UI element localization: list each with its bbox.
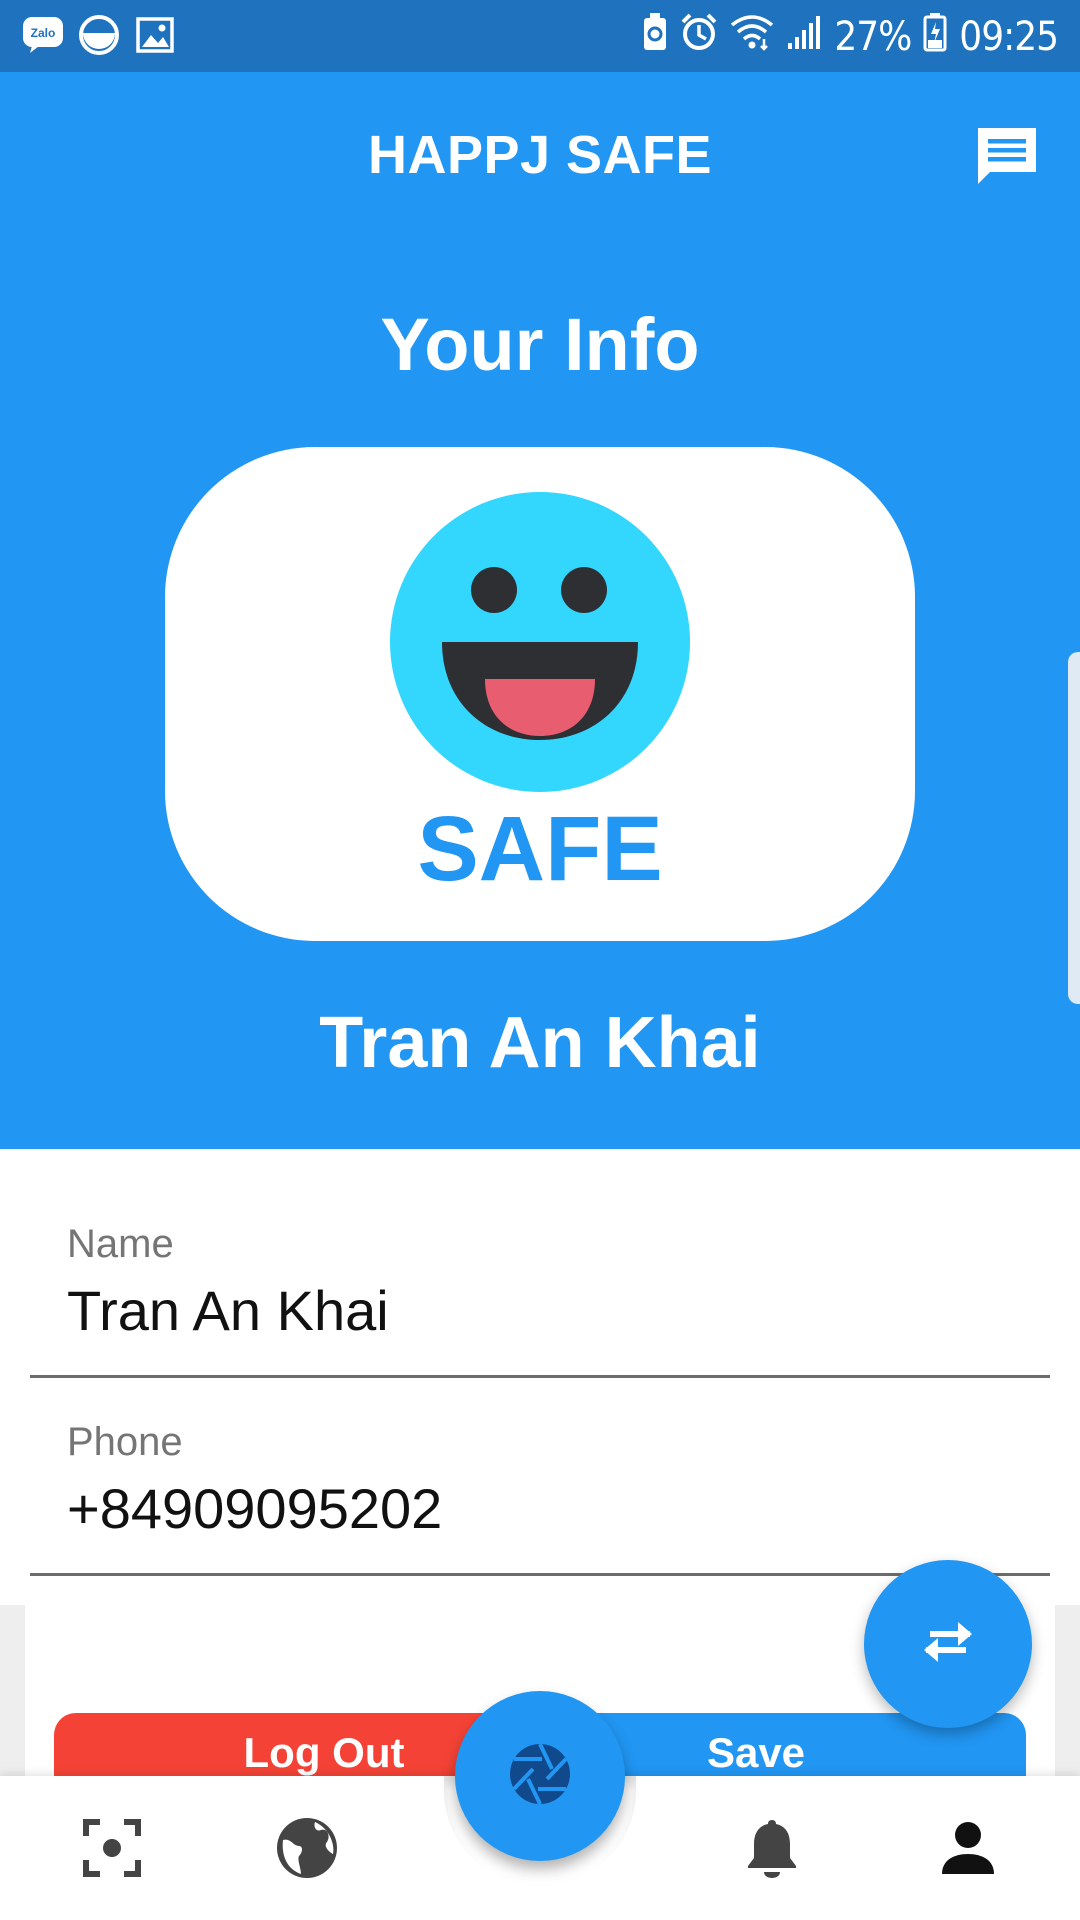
battery-percent: 27% [834, 14, 912, 60]
chat-icon[interactable] [974, 124, 1040, 190]
logo-text: SAFE [417, 798, 663, 900]
person-icon [940, 1820, 996, 1881]
phone-field[interactable]: Phone +84909095202 [30, 1378, 1050, 1576]
name-input[interactable]: Tran An Khai [67, 1278, 389, 1343]
section-title: Your Info [380, 303, 700, 386]
smiley-icon [390, 492, 690, 792]
app-logo: SAFE [165, 447, 915, 941]
notification-icons: Zalo [22, 14, 176, 56]
name-field[interactable]: Name Tran An Khai [30, 1150, 1050, 1378]
clock: 09:25 [959, 14, 1059, 60]
alarm-icon [680, 12, 718, 62]
image-icon [134, 14, 176, 56]
swap-icon [918, 1617, 978, 1672]
status-bar: Zalo 27% 09:25 [0, 0, 1080, 72]
camera-button[interactable] [455, 1691, 625, 1861]
nav-explore[interactable] [271, 1814, 343, 1886]
nav-scan[interactable] [76, 1814, 148, 1886]
camera-shutter-icon [505, 1739, 575, 1814]
globe-icon [275, 1816, 339, 1885]
profile-name: Tran An Khai [319, 1003, 761, 1083]
scroll-indicator [1068, 652, 1080, 1004]
wifi-icon [730, 13, 774, 61]
scan-icon [82, 1818, 142, 1883]
nav-notifications[interactable] [736, 1814, 808, 1886]
profile-header: HAPPJ SAFE Your Info SAFE Tran An Khai [0, 72, 1080, 1149]
signal-icon [786, 13, 822, 61]
bell-icon [744, 1816, 800, 1885]
battery-icon [923, 12, 947, 62]
name-label: Name [67, 1222, 174, 1266]
clean-icon [78, 14, 120, 56]
app-title: HAPPJ SAFE [367, 125, 713, 185]
nav-profile[interactable] [932, 1814, 1004, 1886]
battery-saver-icon [642, 12, 668, 62]
swap-button[interactable] [864, 1560, 1032, 1728]
svg-text:Zalo: Zalo [31, 26, 56, 40]
zalo-icon: Zalo [22, 14, 64, 56]
phone-label: Phone [67, 1420, 183, 1464]
system-indicators: 27% 09:25 [642, 12, 1059, 62]
phone-input[interactable]: +84909095202 [67, 1476, 442, 1541]
